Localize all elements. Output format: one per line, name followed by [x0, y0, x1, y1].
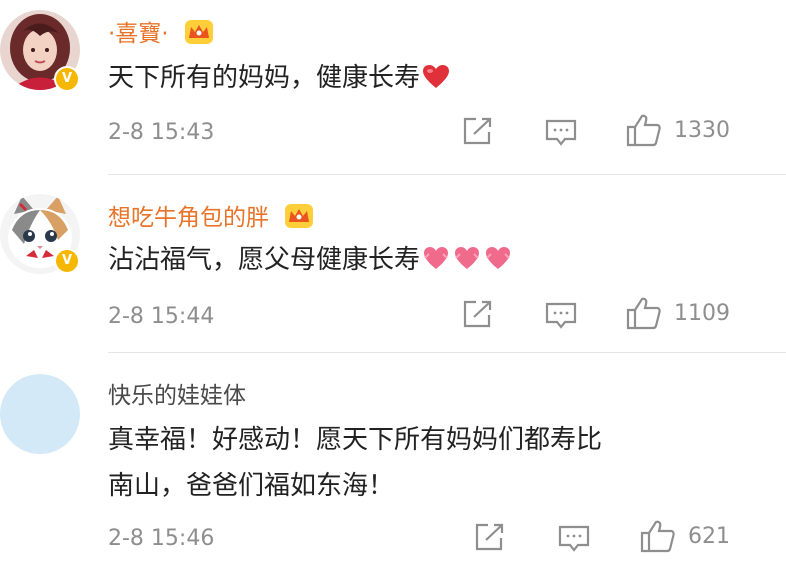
username[interactable]: 快乐的娃娃体: [108, 383, 246, 409]
comment-timestamp: 2-8 15:43: [108, 120, 215, 145]
repost-icon: [475, 523, 504, 551]
comment-text-line2: 南山，爸爸们福如东海！: [108, 471, 395, 501]
comment-bubble-icon: [545, 119, 577, 146]
comment-text-row: 沾沾福气，愿父母健康长寿: [108, 240, 514, 284]
comment-text-row: 天下所有的妈妈，健康长寿: [108, 58, 450, 102]
comment-bubble-icon: [545, 302, 577, 329]
crown-icon: [284, 203, 314, 235]
username[interactable]: 想吃牛角包的胖: [108, 205, 269, 231]
pink-heart-emoji: [422, 244, 514, 284]
reply-button[interactable]: [544, 301, 578, 331]
repost-icon: [463, 117, 492, 145]
verified-badge-icon: V: [54, 66, 80, 92]
like-button[interactable]: 1330: [626, 113, 730, 147]
verified-badge-icon: V: [54, 248, 80, 274]
like-count: 621: [688, 523, 730, 549]
thumbs-up-icon: [640, 520, 675, 553]
comment-timestamp: 2-8 15:44: [108, 304, 215, 329]
username-row: 想吃牛角包的胖: [108, 198, 314, 235]
comment-text: 沾沾福气，愿父母健康长寿: [108, 245, 421, 275]
reply-button[interactable]: [544, 118, 578, 148]
comment-divider: [108, 174, 786, 175]
repost-button[interactable]: [474, 522, 506, 552]
username[interactable]: ·喜寶·: [108, 21, 169, 47]
comment-item: 快乐的娃娃体 真幸福！好感动！愿天下所有妈妈们都寿比 南山，爸爸们福如东海！ 2…: [0, 354, 786, 572]
comment-bubble-icon: [558, 525, 590, 552]
comment-text-line1: 真幸福！好感动！愿天下所有妈妈们都寿比: [108, 425, 603, 455]
repost-button[interactable]: [462, 116, 494, 146]
red-heart-icon: [422, 62, 450, 102]
thumbs-up-icon: [626, 297, 661, 330]
crown-icon: [184, 19, 214, 51]
username-row: 快乐的娃娃体: [108, 376, 246, 410]
repost-icon: [463, 300, 492, 328]
comment-item: V ·喜寶· 天下所有的妈妈，健康长寿 2-8 15:43 1330: [0, 0, 786, 178]
like-count: 1330: [674, 117, 730, 143]
comment-item: V 想吃牛角包的胖 沾沾福气，愿父母健康长寿 2-8 15:44 1109: [0, 178, 786, 354]
repost-button[interactable]: [462, 299, 494, 329]
comment-text: 天下所有的妈妈，健康长寿: [108, 63, 421, 93]
username-row: ·喜寶·: [108, 14, 214, 51]
comment-divider: [108, 352, 786, 353]
like-button[interactable]: 1109: [626, 296, 730, 330]
like-count: 1109: [674, 300, 730, 326]
comment-timestamp: 2-8 15:46: [108, 526, 215, 551]
like-button[interactable]: 621: [640, 519, 730, 553]
user-avatar-placeholder[interactable]: [0, 374, 80, 454]
thumbs-up-icon: [626, 114, 661, 147]
reply-button[interactable]: [557, 524, 591, 554]
